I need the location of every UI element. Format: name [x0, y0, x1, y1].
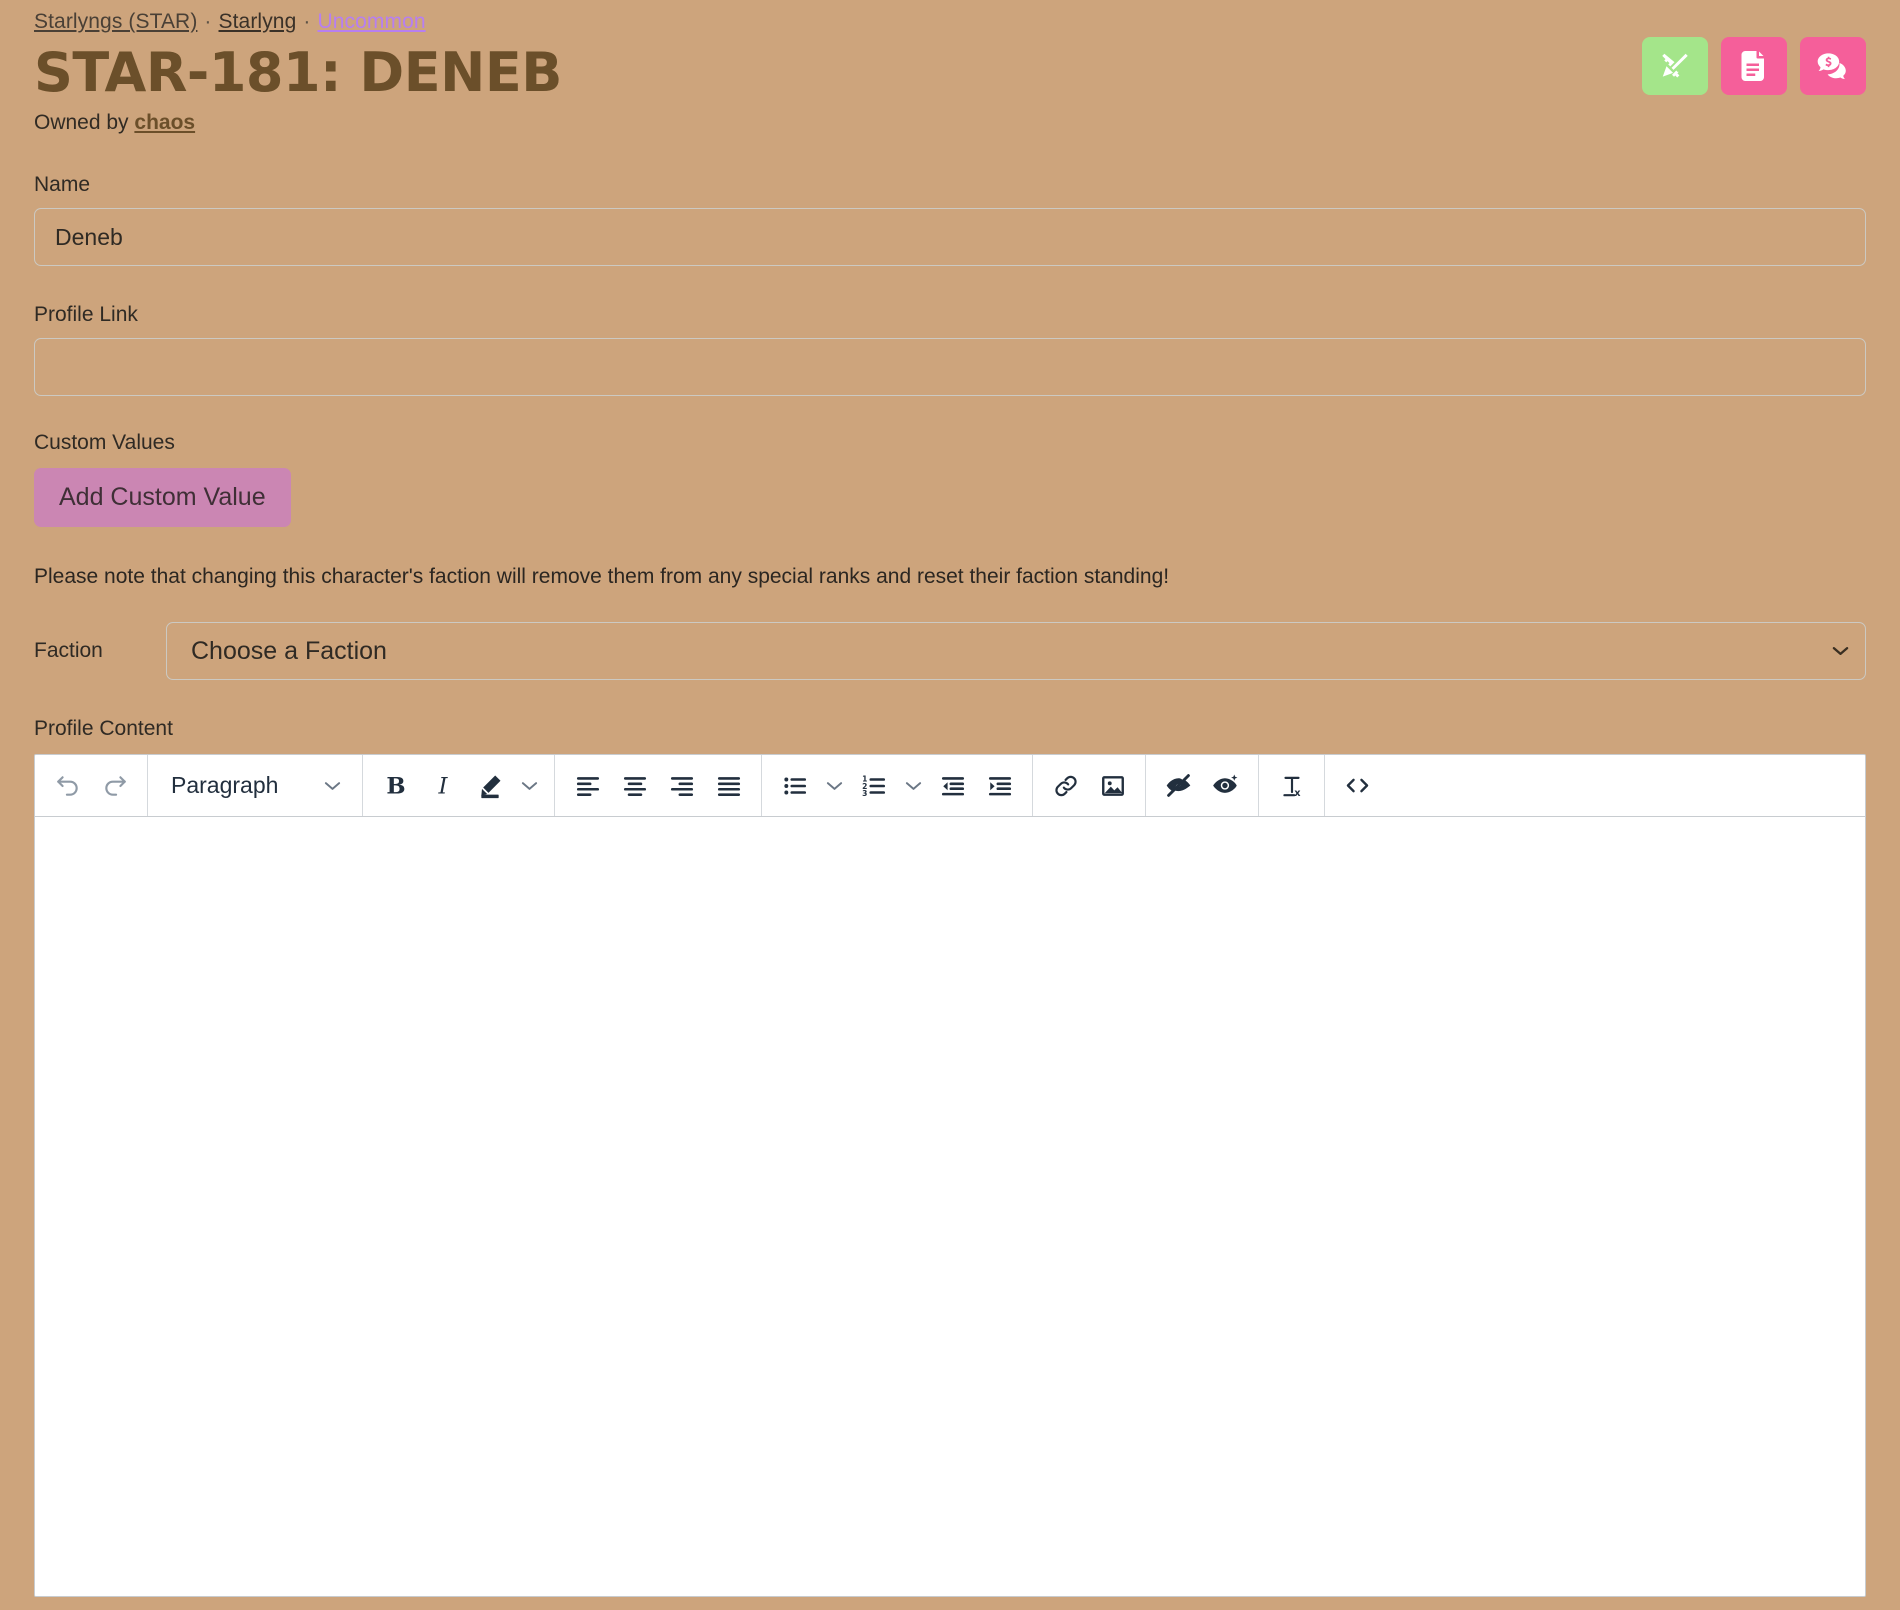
toolbar-group-lists: 1 2 3 [762, 755, 1033, 816]
eye-sparkle-icon [1212, 772, 1239, 799]
insert-link-button[interactable] [1042, 762, 1089, 809]
reveal-spoiler-button[interactable] [1202, 762, 1249, 809]
clear-formatting-icon: x [1279, 773, 1305, 799]
indent-icon [987, 773, 1013, 799]
character-edit-page: Starlyngs (STAR) · Starlyng · Uncommon STAR-… [0, 0, 1900, 1610]
eye-slash-icon [1165, 772, 1192, 799]
editor-content-area[interactable] [35, 817, 1865, 1596]
image-icon [1100, 773, 1126, 799]
profile-content-label: Profile Content [34, 717, 173, 740]
design-button[interactable] [1642, 37, 1708, 95]
undo-button[interactable] [44, 762, 91, 809]
align-right-icon [669, 773, 695, 799]
pen-highlight-icon [477, 773, 503, 799]
custom-values-label: Custom Values [34, 431, 175, 454]
owner-line: Owned by chaos [34, 110, 1866, 136]
indent-button[interactable] [976, 762, 1023, 809]
italic-button[interactable]: I [419, 762, 466, 809]
align-justify-button[interactable] [705, 762, 752, 809]
owner-prefix: Owned by [34, 111, 135, 134]
toolbar-group-text-style: B I [363, 755, 555, 816]
pencil-ruler-icon [1660, 51, 1690, 81]
toolbar-group-insert [1033, 755, 1146, 816]
header-actions [1642, 37, 1866, 95]
undo-icon [55, 773, 81, 799]
bullet-list-chevron[interactable] [818, 762, 850, 809]
text-color-button[interactable] [466, 762, 513, 809]
breadcrumb-rarity[interactable]: Uncommon [317, 10, 425, 33]
align-left-button[interactable] [564, 762, 611, 809]
faction-label: Faction [34, 639, 103, 662]
breadcrumb-separator-2: · [303, 10, 311, 33]
toolbar-group-visibility [1146, 755, 1259, 816]
align-justify-icon [716, 773, 742, 799]
name-label: Name [34, 173, 91, 196]
profile-link-label: Profile Link [34, 303, 138, 326]
profile-link-input[interactable] [34, 338, 1866, 396]
editor-toolbar: Paragraph B I 1 2 3 x [35, 755, 1865, 817]
toolbar-group-block-format: Paragraph [148, 755, 363, 816]
faction-warning-text: Please note that changing this character… [34, 565, 1170, 588]
breadcrumb-separator-1: · [204, 10, 212, 33]
numbered-list-button[interactable]: 1 2 3 [850, 762, 897, 809]
source-code-button[interactable] [1334, 762, 1381, 809]
outdent-icon [940, 773, 966, 799]
comments-dollar-icon [1817, 52, 1849, 80]
svg-text:3: 3 [862, 788, 867, 797]
name-input[interactable] [34, 208, 1866, 266]
breadcrumb-category[interactable]: Starlyngs (STAR) [34, 10, 197, 33]
insert-image-button[interactable] [1089, 762, 1136, 809]
svg-text:x: x [1294, 787, 1301, 798]
page-title: STAR-181: DENEB [34, 41, 562, 104]
clear-formatting-button[interactable]: x [1268, 762, 1315, 809]
link-icon [1053, 773, 1079, 799]
file-lines-icon [1741, 51, 1767, 81]
align-center-icon [622, 773, 648, 799]
breadcrumb-species[interactable]: Starlyng [219, 10, 297, 33]
align-left-icon [575, 773, 601, 799]
rich-text-editor: Paragraph B I 1 2 3 x [34, 754, 1866, 1597]
align-right-button[interactable] [658, 762, 705, 809]
owner-link[interactable]: chaos [134, 111, 195, 134]
chevron-down-icon [323, 780, 342, 792]
document-button[interactable] [1721, 37, 1787, 95]
numbered-list-icon: 1 2 3 [861, 773, 887, 799]
toolbar-group-history [35, 755, 148, 816]
toolbar-group-source [1325, 755, 1390, 816]
bullet-list-icon [782, 773, 808, 799]
align-center-button[interactable] [611, 762, 658, 809]
faction-select-wrap: Choose a Faction [166, 622, 1866, 680]
svg-text:I: I [437, 773, 448, 798]
italic-icon: I [430, 773, 456, 798]
bold-icon: B [383, 773, 409, 798]
bullet-list-button[interactable] [771, 762, 818, 809]
toolbar-group-clear: x [1259, 755, 1325, 816]
chevron-down-icon [825, 780, 844, 792]
transfers-button[interactable] [1800, 37, 1866, 95]
code-icon [1344, 772, 1371, 799]
text-color-chevron[interactable] [513, 762, 545, 809]
bold-button[interactable]: B [372, 762, 419, 809]
redo-button[interactable] [91, 762, 138, 809]
chevron-down-icon [520, 780, 539, 792]
hide-spoiler-button[interactable] [1155, 762, 1202, 809]
outdent-button[interactable] [929, 762, 976, 809]
faction-select[interactable]: Choose a Faction [166, 622, 1866, 680]
block-format-select[interactable]: Paragraph [157, 762, 353, 809]
faction-row: Faction Choose a Faction [34, 622, 1866, 680]
add-custom-value-button[interactable]: Add Custom Value [34, 468, 291, 527]
numbered-list-chevron[interactable] [897, 762, 929, 809]
toolbar-group-alignment [555, 755, 762, 816]
chevron-down-icon [904, 780, 923, 792]
svg-text:B: B [386, 773, 405, 798]
breadcrumb: Starlyngs (STAR) · Starlyng · Uncommon [34, 0, 1866, 36]
redo-icon [102, 773, 128, 799]
block-format-label: Paragraph [171, 772, 279, 798]
